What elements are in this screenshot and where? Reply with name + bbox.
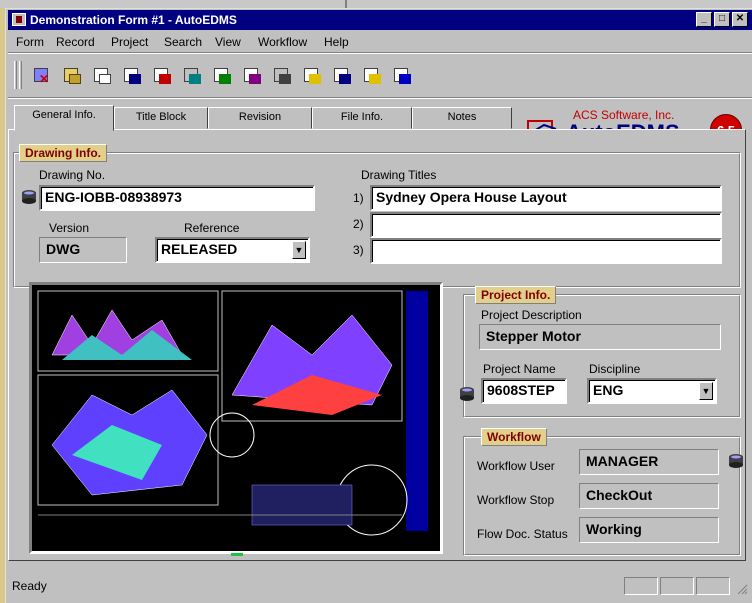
general-info-panel: Drawing Info. Drawing No. ENG-IOBB-08938…	[8, 129, 746, 561]
chevron-down-icon[interactable]: ▼	[699, 382, 713, 400]
project-name-field[interactable]: 9608STEP	[481, 378, 567, 404]
edit-record-icon[interactable]	[152, 65, 174, 87]
background-divider	[345, 0, 347, 8]
tab-revision[interactable]: Revision	[208, 107, 312, 129]
discipline-select[interactable]: ENG ▼	[587, 378, 717, 404]
tab-title-block[interactable]: Title Block	[114, 107, 208, 129]
database-lookup-icon[interactable]	[20, 188, 38, 206]
email-icon[interactable]	[392, 65, 414, 87]
maximize-button[interactable]: □	[714, 12, 730, 27]
check-icon[interactable]	[302, 65, 324, 87]
background-window-strip	[0, 0, 752, 8]
status-text: Ready	[12, 579, 47, 593]
workflow-stop-label: Workflow Stop	[477, 493, 555, 507]
title-number-1: 1)	[353, 191, 364, 205]
toolbar-grip-2[interactable]	[19, 61, 22, 89]
title-bar[interactable]: Demonstration Form #1 - AutoEDMS _ □ ✕	[8, 10, 752, 30]
menu-workflow[interactable]: Workflow	[258, 35, 307, 49]
discipline-value: ENG	[593, 382, 624, 398]
app-icon[interactable]	[12, 13, 26, 26]
hierarchy-icon[interactable]	[182, 65, 204, 87]
menu-search[interactable]: Search	[164, 35, 202, 49]
project-description-label: Project Description	[481, 308, 582, 322]
cad-drawing-image	[32, 285, 440, 551]
toolbar-separator	[8, 52, 752, 54]
project-lookup-icon[interactable]	[458, 385, 476, 403]
project-name-label: Project Name	[483, 362, 556, 376]
version-label: Version	[49, 221, 90, 235]
minimize-button[interactable]: _	[696, 12, 712, 27]
tab-notes[interactable]: Notes	[412, 107, 512, 129]
project-info-label: Project Info.	[475, 286, 557, 304]
print-form-icon[interactable]	[122, 65, 144, 87]
delete-record-icon[interactable]: ✕	[32, 65, 54, 87]
workflow-user-label: Workflow User	[477, 459, 555, 473]
menu-help[interactable]: Help	[324, 35, 349, 49]
reference-label: Reference	[184, 221, 240, 235]
drawing-title-3-field[interactable]	[370, 238, 722, 264]
sign-off-icon[interactable]	[272, 65, 294, 87]
flow-doc-status-label: Flow Doc. Status	[477, 527, 568, 541]
app-window: Demonstration Form #1 - AutoEDMS _ □ ✕ F…	[5, 8, 752, 603]
drawing-title-1-field[interactable]: Sydney Opera House Layout	[370, 185, 722, 211]
tab-general-info[interactable]: General Info.	[14, 105, 114, 131]
title-number-3: 3)	[353, 243, 364, 257]
drawing-no-label: Drawing No.	[39, 168, 106, 182]
reference-select[interactable]: RELEASED ▼	[155, 237, 310, 263]
drawing-title-2-field[interactable]	[370, 212, 722, 238]
drawing-titles-label: Drawing Titles	[361, 168, 437, 182]
project-description-field: Stepper Motor	[479, 324, 721, 350]
toolbar: ✕	[8, 55, 752, 95]
drawing-no-field[interactable]: ENG-IOBB-08938973	[39, 185, 315, 211]
status-cell-1	[624, 577, 658, 595]
menu-form[interactable]: Form	[16, 35, 44, 49]
preview-indicator	[231, 553, 243, 556]
viewer-icon[interactable]	[212, 65, 234, 87]
window-title: Demonstration Form #1 - AutoEDMS	[30, 13, 237, 27]
open-folder-icon[interactable]	[62, 65, 84, 87]
report-icon[interactable]	[332, 65, 354, 87]
close-button[interactable]: ✕	[732, 12, 748, 27]
menu-bar: Form Record Project Search View Workflow…	[8, 32, 752, 51]
status-bar: Ready	[8, 567, 752, 599]
status-cell-2	[660, 577, 694, 595]
resize-grip-icon[interactable]	[736, 583, 748, 595]
workflow-label: Workflow	[481, 428, 547, 446]
chevron-down-icon[interactable]: ▼	[292, 241, 306, 259]
workflow-stop-field: CheckOut	[579, 483, 719, 509]
drawing-preview[interactable]	[29, 282, 443, 554]
flow-doc-status-field: Working	[579, 517, 719, 543]
status-cell-3	[696, 577, 730, 595]
tab-file-info[interactable]: File Info.	[312, 107, 412, 129]
copy-record-icon[interactable]	[92, 65, 114, 87]
version-field: DWG	[39, 237, 127, 263]
workflow-user-field: MANAGER	[579, 449, 719, 475]
menu-project[interactable]: Project	[111, 35, 148, 49]
title-number-2: 2)	[353, 217, 364, 231]
workflow-user-lookup-icon[interactable]	[727, 452, 745, 470]
tab-area: General Info. Title Block Revision File …	[8, 105, 746, 561]
drawing-info-label: Drawing Info.	[19, 144, 107, 162]
attach-icon[interactable]	[362, 65, 384, 87]
discipline-label: Discipline	[589, 362, 641, 376]
redline-icon[interactable]	[242, 65, 264, 87]
menu-view[interactable]: View	[215, 35, 241, 49]
toolbar-bottom-edge	[8, 97, 752, 99]
toolbar-grip[interactable]	[14, 61, 17, 89]
reference-value: RELEASED	[161, 241, 238, 257]
menu-record[interactable]: Record	[56, 35, 95, 49]
